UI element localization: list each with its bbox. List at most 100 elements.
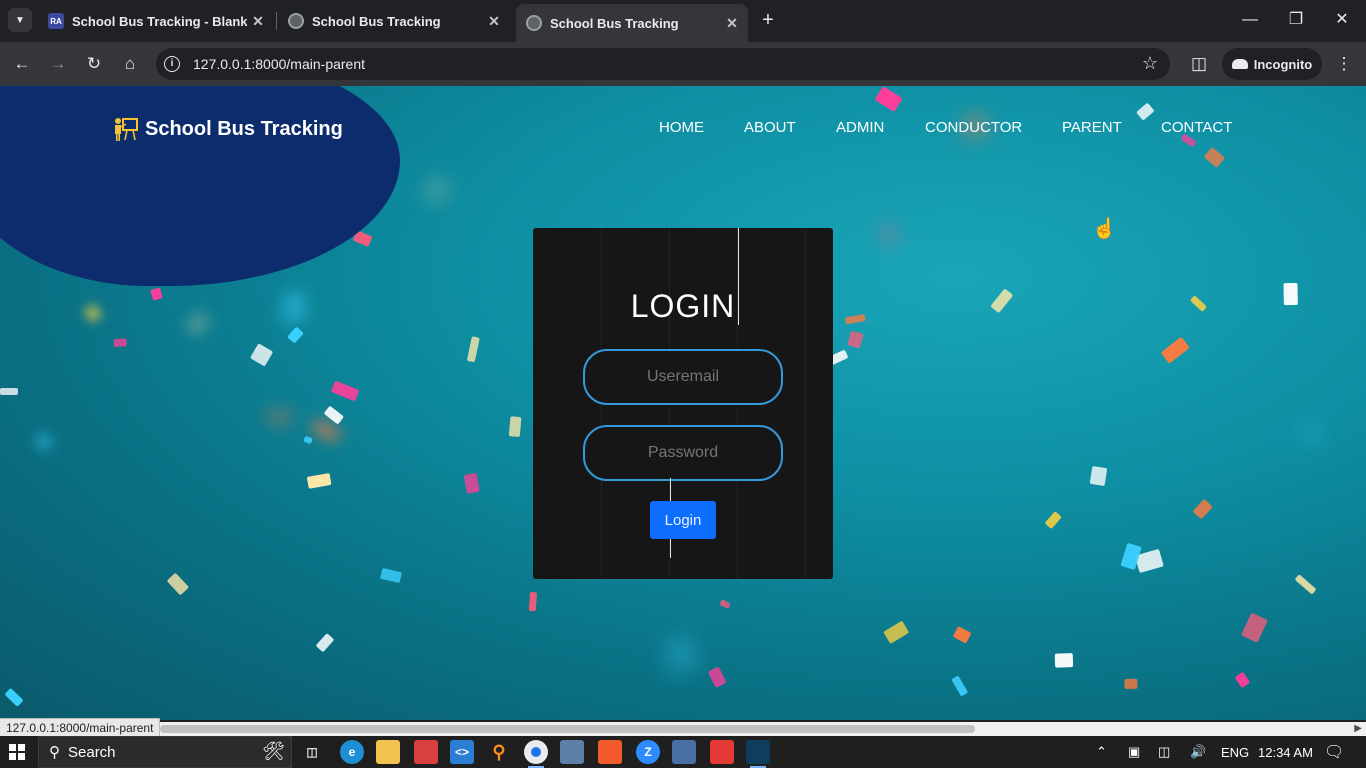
tab-title: School Bus Tracking: [312, 13, 441, 29]
restore-icon[interactable]: ❐: [1276, 8, 1316, 32]
scroll-right-arrow-icon[interactable]: ▶: [1354, 722, 1362, 736]
brand-name: School Bus Tracking: [145, 117, 343, 140]
browser-tab-3-active[interactable]: School Bus Tracking ✕: [516, 4, 748, 42]
confetti-piece: [315, 633, 334, 653]
app-icon-monitor[interactable]: [672, 740, 696, 764]
confetti-piece: [286, 326, 305, 344]
confetti-piece: [882, 620, 910, 645]
nav-about[interactable]: ABOUT: [744, 119, 796, 136]
brave-icon[interactable]: [598, 740, 622, 764]
nav-home[interactable]: HOME: [659, 119, 704, 136]
clock[interactable]: 12:34 AM: [1258, 736, 1313, 768]
task-view-icon[interactable]: ◫: [300, 740, 324, 764]
tab-title: School Bus Tracking - Blank Pa: [72, 13, 250, 29]
incognito-icon: [1231, 59, 1248, 69]
meet-now-icon[interactable]: ▣: [1128, 736, 1140, 768]
reload-icon[interactable]: ↻: [82, 52, 106, 76]
app-icon-dark[interactable]: [746, 740, 770, 768]
confetti-piece: [718, 599, 731, 610]
teacher-board-icon: [115, 118, 138, 141]
browser-tab-strip: ▼ RA School Bus Tracking - Blank Pa ✕ Sc…: [0, 0, 1366, 42]
confetti-piece: [1160, 336, 1191, 364]
chrome-icon[interactable]: [524, 740, 548, 768]
file-explorer-icon[interactable]: [376, 740, 400, 764]
network-icon[interactable]: ◫: [1158, 736, 1170, 768]
confetti-piece: [881, 225, 897, 244]
confetti-piece: [463, 472, 481, 495]
confetti-piece: [1305, 424, 1318, 443]
menu-kebab-icon[interactable]: ⋮: [1332, 52, 1356, 76]
url-text[interactable]: 127.0.0.1:8000/main-parent: [193, 56, 365, 72]
confetti-piece: [1136, 102, 1155, 121]
app-icon-red[interactable]: [414, 740, 438, 764]
confetti-piece: [380, 568, 402, 584]
confetti-piece: [672, 641, 691, 669]
close-tab-icon[interactable]: ✕: [250, 13, 266, 30]
app-icon-red-2[interactable]: [710, 740, 734, 764]
confetti-piece: [528, 592, 537, 612]
new-tab-button[interactable]: +: [758, 8, 778, 32]
search-app-icon[interactable]: ⚲: [487, 740, 511, 764]
incognito-badge[interactable]: Incognito: [1222, 48, 1322, 80]
bookmark-star-icon[interactable]: ☆: [1142, 53, 1158, 74]
minimize-icon[interactable]: —: [1230, 8, 1270, 32]
taskbar-search-label: Search: [68, 743, 116, 761]
confetti-piece: [1124, 679, 1138, 689]
taskbar-search-box[interactable]: ⚲ Search 🛠: [38, 736, 292, 768]
password-input[interactable]: [583, 425, 783, 481]
card-stripe: [805, 228, 806, 579]
close-window-icon[interactable]: ✕: [1322, 8, 1362, 32]
nav-parent[interactable]: PARENT: [1062, 119, 1122, 136]
address-bar[interactable]: i 127.0.0.1:8000/main-parent ☆: [156, 48, 1170, 80]
back-arrow-icon[interactable]: ←: [10, 52, 34, 76]
horizontal-scrollbar[interactable]: ▶: [0, 722, 1366, 736]
vscode-icon[interactable]: <>: [450, 740, 474, 764]
tab-search-button[interactable]: ▼: [8, 8, 32, 32]
confetti-piece: [166, 572, 189, 595]
notifications-icon[interactable]: 🗨: [1324, 736, 1344, 768]
confetti-piece: [0, 388, 18, 396]
browser-tab-1[interactable]: RA School Bus Tracking - Blank Pa ✕: [38, 6, 274, 36]
home-icon[interactable]: ⌂: [118, 52, 142, 76]
page-viewport: School Bus Tracking HOME ABOUT ADMIN CON…: [0, 86, 1366, 720]
forward-arrow-icon[interactable]: →: [46, 52, 70, 76]
confetti-piece: [1204, 146, 1226, 168]
confetti-piece: [1283, 283, 1298, 306]
tab-divider: [276, 12, 277, 30]
site-info-icon[interactable]: i: [164, 56, 180, 72]
language-indicator[interactable]: ENG: [1221, 736, 1249, 768]
search-highlight-icon: 🛠: [262, 741, 285, 761]
search-icon: ⚲: [49, 744, 60, 761]
confetti-piece: [150, 287, 163, 302]
confetti-piece: [36, 434, 52, 449]
confetti-piece: [952, 625, 972, 644]
confetti-piece: [324, 405, 344, 424]
login-button[interactable]: Login: [650, 501, 716, 539]
tray-overflow-icon[interactable]: ⌃: [1096, 736, 1107, 768]
nav-conductor[interactable]: CONDUCTOR: [925, 119, 1022, 136]
nav-admin[interactable]: ADMIN: [836, 119, 884, 136]
app-icon-blue[interactable]: [560, 740, 584, 764]
useremail-input[interactable]: [583, 349, 783, 405]
confetti-piece: [83, 303, 102, 322]
confetti-piece: [706, 666, 727, 688]
scrollbar-thumb[interactable]: [160, 725, 975, 733]
windows-start-icon[interactable]: [9, 744, 25, 760]
edge-icon[interactable]: e: [340, 740, 364, 764]
close-tab-icon[interactable]: ✕: [486, 13, 502, 30]
volume-icon[interactable]: 🔊: [1190, 736, 1206, 768]
incognito-label: Incognito: [1253, 56, 1313, 72]
browser-tab-2[interactable]: School Bus Tracking ✕: [278, 6, 510, 36]
site-brand[interactable]: School Bus Tracking: [113, 116, 343, 142]
confetti-piece: [250, 342, 274, 367]
confetti-piece: [1235, 671, 1251, 688]
nav-contact[interactable]: CONTACT: [1161, 119, 1232, 136]
close-tab-icon[interactable]: ✕: [724, 15, 740, 32]
zoom-icon[interactable]: Z: [636, 740, 660, 764]
tab-title: School Bus Tracking: [550, 15, 679, 31]
confetti-piece: [302, 435, 313, 445]
confetti-piece: [466, 335, 481, 362]
confetti-piece: [847, 330, 864, 348]
side-panel-icon[interactable]: ◫: [1187, 52, 1211, 76]
confetti-piece: [508, 415, 522, 437]
